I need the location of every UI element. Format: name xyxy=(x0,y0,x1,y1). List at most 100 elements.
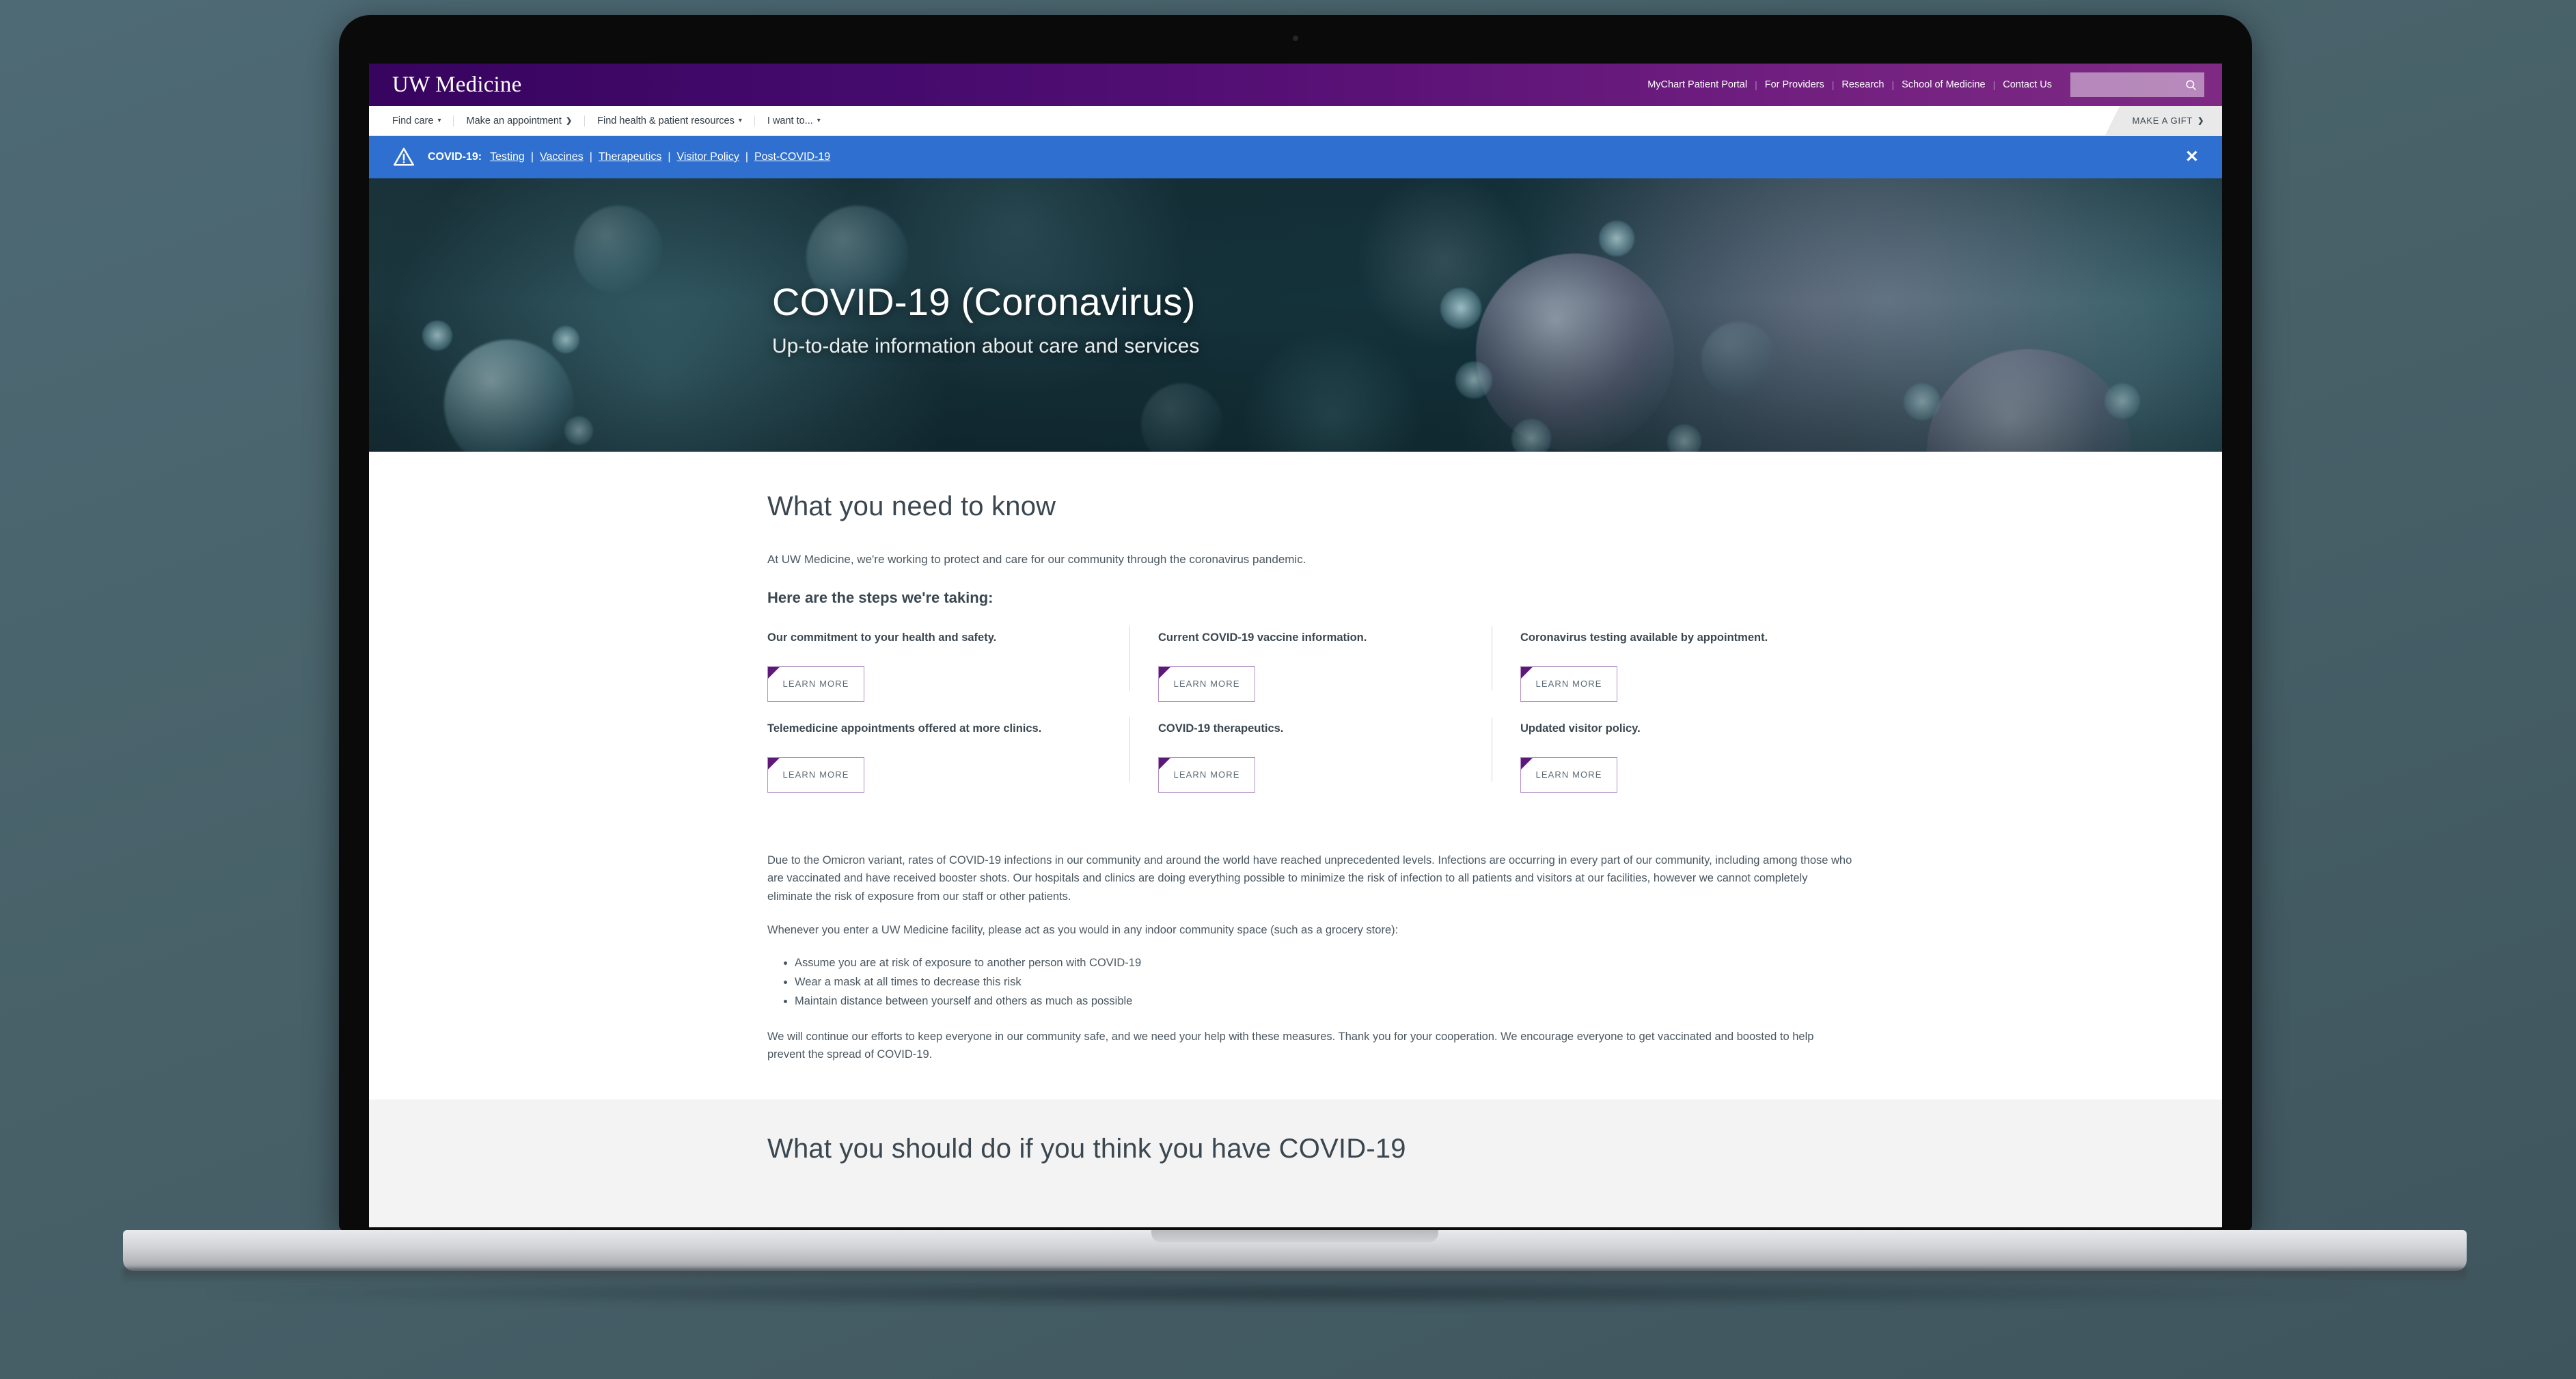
card-grid-row-1: Our commitment to your health and safety… xyxy=(767,625,1854,702)
utility-link-for-providers[interactable]: For Providers xyxy=(1757,79,1832,90)
content-wrapper-2: What you should do if you think you have… xyxy=(767,1134,1854,1207)
nav-items: Find care ▾ Make an appointment ❯ Find h… xyxy=(392,115,833,126)
alert-link-testing[interactable]: Testing xyxy=(489,151,526,163)
virus-particle xyxy=(1141,383,1223,452)
virus-particle xyxy=(1701,322,1777,397)
learn-more-label: LEARN MORE xyxy=(1173,679,1240,690)
alert-link-post-covid-19[interactable]: Post-COVID-19 xyxy=(753,151,832,163)
utility-link-contact-us[interactable]: Contact Us xyxy=(1995,79,2059,90)
list-item: Wear a mask at all times to decrease thi… xyxy=(795,972,1854,992)
intro-paragraph: At UW Medicine, we're working to protect… xyxy=(767,553,1306,566)
alert-separator: | xyxy=(589,151,592,163)
virus-particle xyxy=(1927,349,2132,452)
laptop-mockup: UW Medicine MyChart Patient Portal | For… xyxy=(0,0,2576,1379)
covid-alert-banner: COVID-19: Testing | Vaccines | Therapeut… xyxy=(369,136,2222,178)
paragraph-closing: We will continue our efforts to keep eve… xyxy=(767,1030,1814,1061)
laptop-base xyxy=(123,1230,2467,1271)
utility-link-mychart[interactable]: MyChart Patient Portal xyxy=(1640,79,1755,90)
primary-navigation: Find care ▾ Make an appointment ❯ Find h… xyxy=(369,105,2222,136)
virus-spike xyxy=(564,416,593,445)
learn-more-label: LEARN MORE xyxy=(782,769,849,780)
virus-spike xyxy=(552,326,579,353)
nav-item-i-want-to[interactable]: I want to... ▾ xyxy=(755,115,833,126)
list-item: Assume you are at risk of exposure to an… xyxy=(795,953,1854,972)
card-title: Updated visitor policy. xyxy=(1520,722,1641,735)
content-wrapper: What you need to know At UW Medicine, we… xyxy=(767,491,1854,1064)
nav-item-label: Find care xyxy=(392,115,434,126)
virus-spike xyxy=(1455,361,1492,398)
virus-spike xyxy=(1599,221,1634,256)
learn-more-button-commitment[interactable]: LEARN MORE xyxy=(767,666,864,702)
page-title: COVID-19 (Coronavirus) xyxy=(772,280,1196,323)
learn-more-label: LEARN MORE xyxy=(782,679,849,690)
alert-link-therapeutics[interactable]: Therapeutics xyxy=(597,151,663,163)
learn-more-label: LEARN MORE xyxy=(1173,769,1240,780)
learn-more-button-telemedicine[interactable]: LEARN MORE xyxy=(767,756,864,793)
virus-particle xyxy=(1476,254,1674,452)
page-subtitle: Up-to-date information about care and se… xyxy=(772,335,1200,357)
nav-item-find-health-patient-resources[interactable]: Find health & patient resources ▾ xyxy=(585,115,755,126)
card-therapeutics: COVID-19 therapeutics. LEARN MORE xyxy=(1129,716,1492,793)
make-a-gift-label: MAKE A GIFT xyxy=(2132,115,2193,126)
utility-links: MyChart Patient Portal | For Providers |… xyxy=(1640,79,2059,90)
laptop-drop-shadow xyxy=(205,1279,2385,1307)
paragraph-whenever: Whenever you enter a UW Medicine facilit… xyxy=(767,923,1399,936)
webcam-icon xyxy=(1293,36,1298,41)
hero-text-block: COVID-19 (Coronavirus) Up-to-date inform… xyxy=(772,279,1199,358)
section-two-body-cutoff xyxy=(767,1189,1854,1207)
alert-separator: | xyxy=(530,151,534,163)
card-telemedicine: Telemedicine appointments offered at mor… xyxy=(767,721,1129,793)
chevron-down-icon: ▾ xyxy=(817,117,821,124)
browser-viewport: UW Medicine MyChart Patient Portal | For… xyxy=(369,64,2222,1227)
alert-link-vaccines[interactable]: Vaccines xyxy=(538,151,585,163)
guidance-bullet-list: Assume you are at risk of exposure to an… xyxy=(795,953,1854,1011)
learn-more-button-testing[interactable]: LEARN MORE xyxy=(1520,666,1617,702)
hero-banner: COVID-19 (Coronavirus) Up-to-date inform… xyxy=(369,178,2222,452)
chevron-right-icon: ❯ xyxy=(2197,117,2204,125)
card-title: Coronavirus testing available by appoint… xyxy=(1520,631,1768,644)
nav-item-find-care[interactable]: Find care ▾ xyxy=(392,115,454,126)
card-testing: Coronavirus testing available by appoint… xyxy=(1492,625,1854,702)
learn-more-button-visitor-policy[interactable]: LEARN MORE xyxy=(1520,756,1617,793)
warning-triangle-icon xyxy=(394,148,414,166)
alert-link-visitor-policy[interactable]: Visitor Policy xyxy=(676,151,741,163)
chevron-down-icon: ▾ xyxy=(437,117,441,124)
body-copy: Due to the Omicron variant, rates of COV… xyxy=(767,851,1854,1064)
virus-particle xyxy=(444,340,574,452)
section-title-what-you-need-to-know: What you need to know xyxy=(767,491,1056,521)
close-icon[interactable]: ✕ xyxy=(2185,149,2199,165)
card-commitment: Our commitment to your health and safety… xyxy=(767,630,1129,702)
chevron-down-icon: ▾ xyxy=(738,117,742,124)
virus-spike xyxy=(1904,383,1941,420)
learn-more-button-vaccine[interactable]: LEARN MORE xyxy=(1158,666,1255,702)
card-title: Current COVID-19 vaccine information. xyxy=(1158,631,1367,644)
site-utility-bar: UW Medicine MyChart Patient Portal | For… xyxy=(369,64,2222,106)
search-input[interactable] xyxy=(2070,72,2204,97)
search-icon xyxy=(2186,79,2197,90)
virus-spike xyxy=(2105,383,2140,419)
learn-more-label: LEARN MORE xyxy=(1535,679,1602,690)
card-title: COVID-19 therapeutics. xyxy=(1158,722,1284,735)
utility-right-group: MyChart Patient Portal | For Providers |… xyxy=(1640,72,2222,97)
alert-separator: | xyxy=(745,151,748,163)
utility-link-school-of-medicine[interactable]: School of Medicine xyxy=(1894,79,1993,90)
utility-link-research[interactable]: Research xyxy=(1834,79,1891,90)
uw-medicine-logo[interactable]: UW Medicine xyxy=(392,72,521,98)
make-a-gift-button[interactable]: MAKE A GIFT ❯ xyxy=(2105,105,2222,136)
virus-spike xyxy=(1440,288,1481,329)
card-visitor-policy: Updated visitor policy. LEARN MORE xyxy=(1492,716,1854,793)
alert-separator: | xyxy=(668,151,671,163)
virus-spike xyxy=(1511,419,1551,452)
card-vaccine: Current COVID-19 vaccine information. LE… xyxy=(1129,625,1492,702)
nav-item-label: Make an appointment xyxy=(466,115,562,126)
virus-spike xyxy=(1667,424,1701,452)
nav-item-make-an-appointment[interactable]: Make an appointment ❯ xyxy=(454,115,586,126)
virus-particle xyxy=(574,206,663,295)
nav-item-label: Find health & patient resources xyxy=(597,115,735,126)
section-title-what-you-should-do: What you should do if you think you have… xyxy=(767,1134,1406,1164)
paragraph-omicron: Due to the Omicron variant, rates of COV… xyxy=(767,854,1852,903)
card-title: Our commitment to your health and safety… xyxy=(767,631,997,644)
section-what-you-should-do: What you should do if you think you have… xyxy=(369,1100,2222,1227)
alert-label: COVID-19: xyxy=(428,151,482,163)
learn-more-button-therapeutics[interactable]: LEARN MORE xyxy=(1158,756,1255,793)
